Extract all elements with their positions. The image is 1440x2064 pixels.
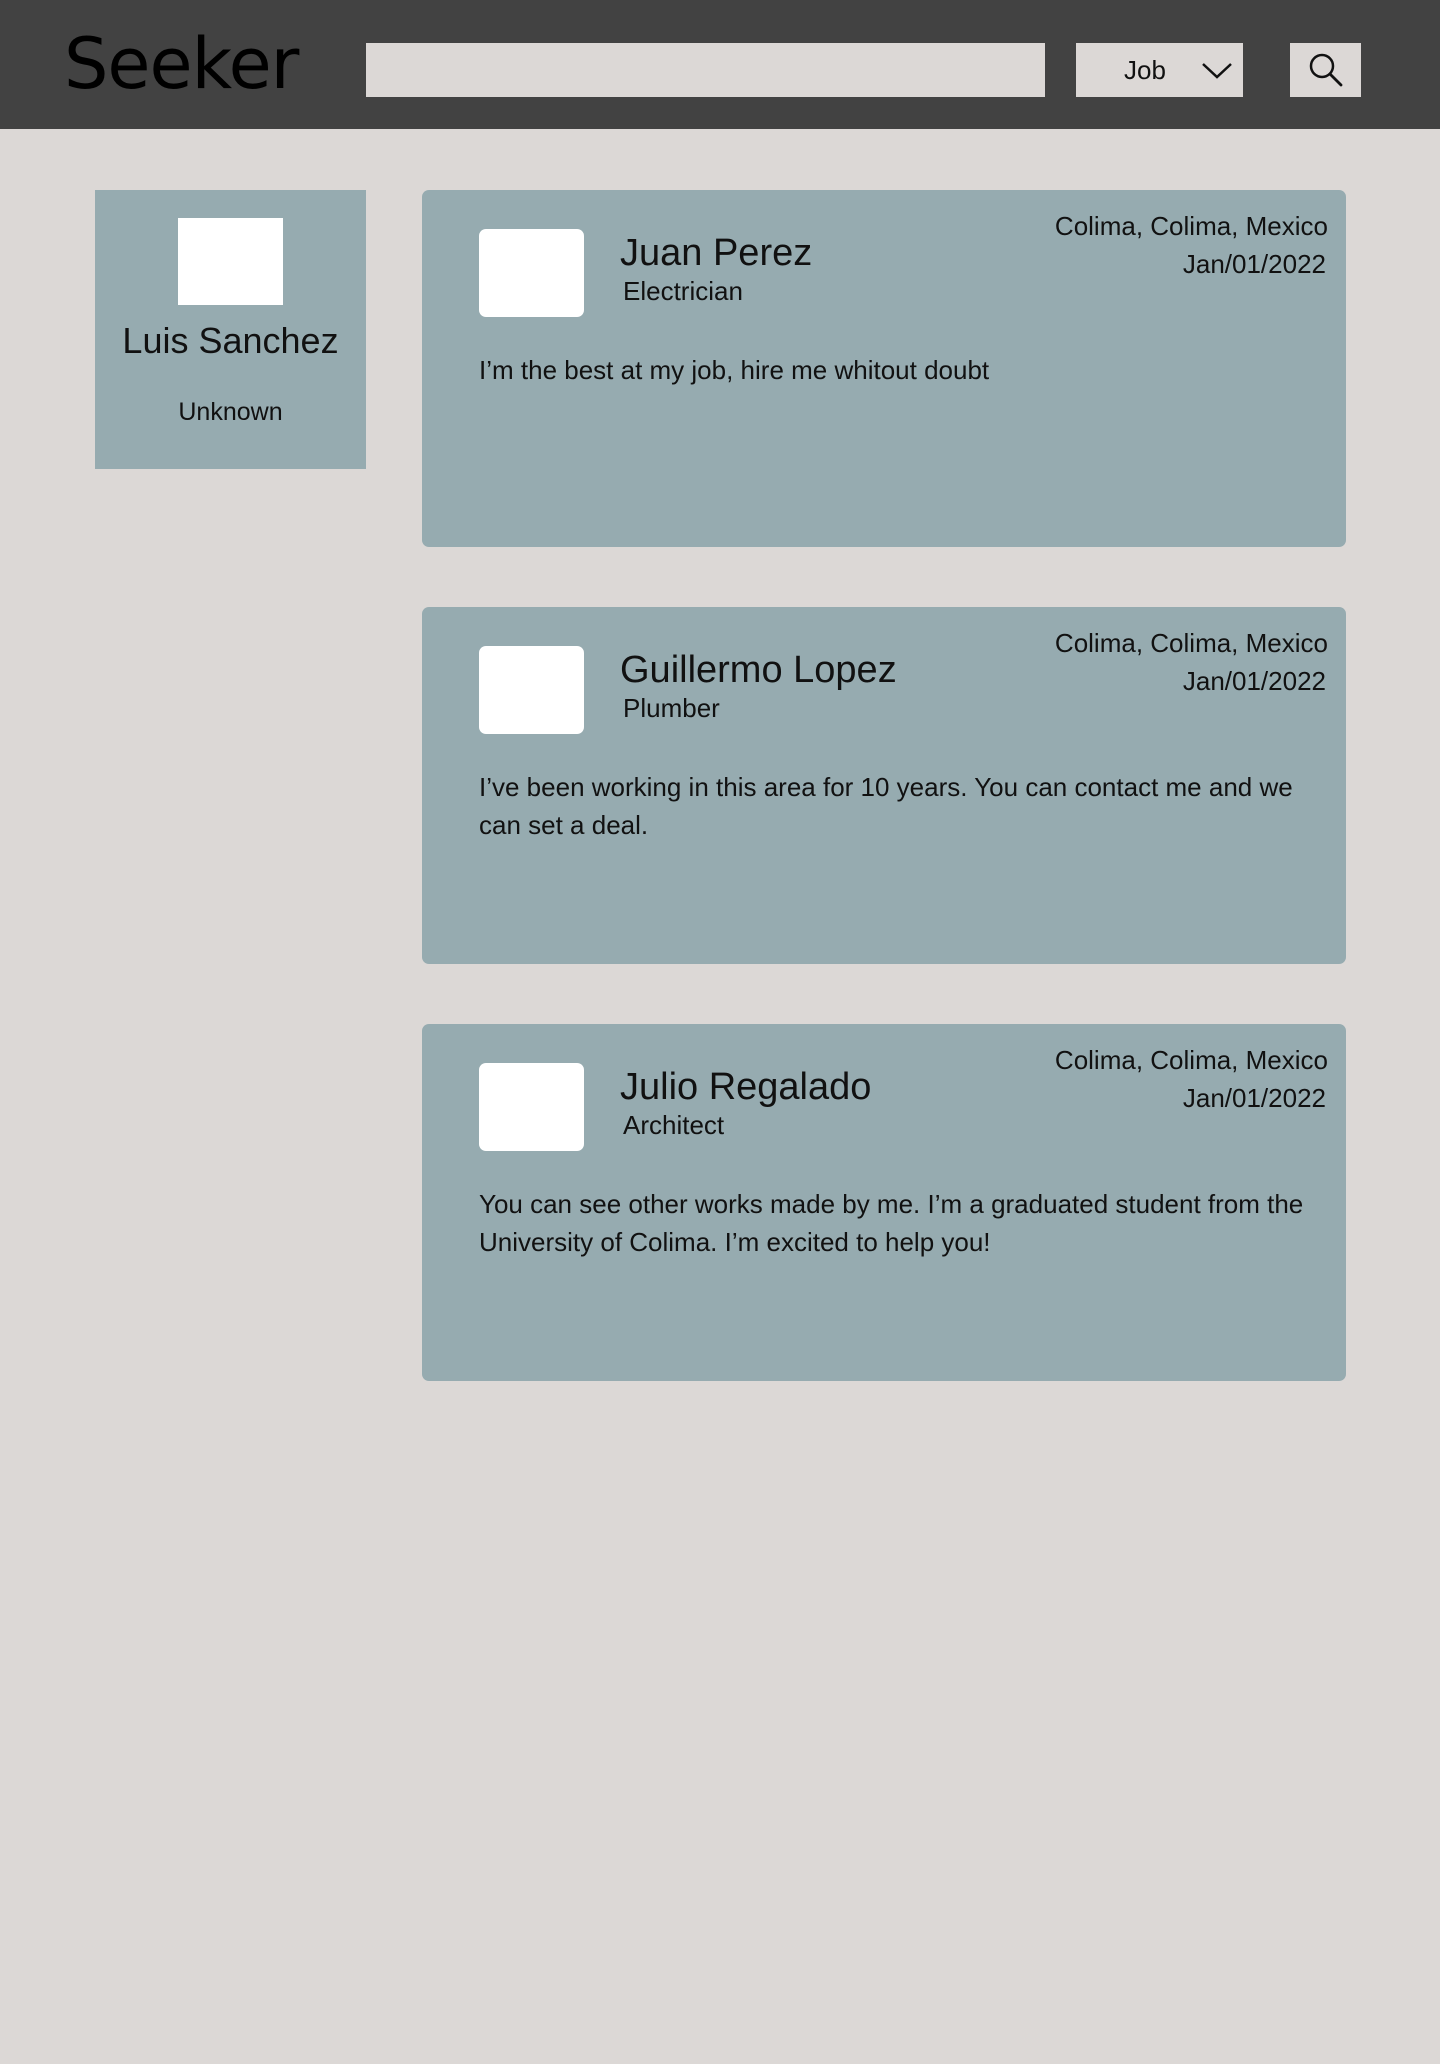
brand-logo[interactable]: Seeker (64, 20, 299, 108)
post-date: Jan/01/2022 (1182, 1083, 1326, 1113)
profile-role: Unknown (178, 398, 283, 426)
category-dropdown[interactable]: Job (1076, 43, 1243, 97)
post-author-job: Electrician (623, 276, 743, 306)
profile-avatar (178, 218, 283, 305)
search-button[interactable] (1290, 43, 1361, 97)
post-location: Colima, Colima, Mexico (1054, 628, 1328, 658)
post-location: Colima, Colima, Mexico (1054, 211, 1328, 241)
post-date: Jan/01/2022 (1182, 666, 1326, 696)
post-description: I’m the best at my job, hire me whitout … (479, 355, 990, 385)
post-avatar (479, 646, 584, 734)
post-date: Jan/01/2022 (1182, 249, 1326, 279)
post-card[interactable]: Guillermo Lopez Plumber Colima, Colima, … (422, 607, 1346, 964)
search-icon (1309, 53, 1342, 87)
profile-card[interactable]: Luis Sanchez Unknown (95, 190, 366, 469)
chevron-down-icon (1202, 63, 1232, 79)
post-author-name: Guillermo Lopez (620, 649, 897, 691)
profile-name: Luis Sanchez (122, 320, 339, 361)
post-location: Colima, Colima, Mexico (1054, 1045, 1328, 1075)
post-author-job: Architect (623, 1110, 725, 1140)
top-bar: Seeker Job (0, 0, 1440, 129)
search-input[interactable] (366, 43, 1045, 97)
category-dropdown-label: Job (1124, 55, 1166, 85)
post-description: I’ve been working in this area for 10 ye… (479, 772, 1293, 840)
post-avatar (479, 1063, 584, 1151)
post-card[interactable]: Juan Perez Electrician Colima, Colima, M… (422, 190, 1346, 547)
post-author-name: Juan Perez (620, 232, 813, 274)
post-description: You can see other works made by me. I’m … (479, 1189, 1304, 1257)
post-author-job: Plumber (623, 693, 720, 723)
post-avatar (479, 229, 584, 317)
post-card[interactable]: Julio Regalado Architect Colima, Colima,… (422, 1024, 1346, 1381)
post-author-name: Julio Regalado (620, 1066, 872, 1108)
